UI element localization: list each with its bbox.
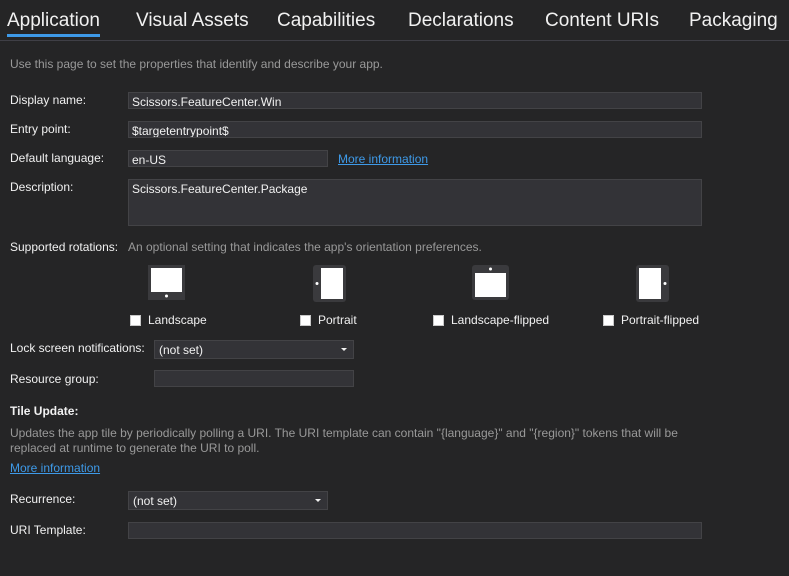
entry-point-label: Entry point: (10, 122, 71, 136)
default-language-field[interactable]: en-US (128, 150, 328, 167)
recurrence-dropdown[interactable]: (not set) (128, 491, 328, 510)
lock-screen-dropdown[interactable]: (not set) (154, 340, 354, 359)
portrait-device-icon (313, 265, 346, 302)
default-language-label: Default language: (10, 151, 105, 165)
uri-template-label: URI Template: (10, 523, 86, 537)
portrait-flipped-device-icon (636, 265, 669, 302)
tab-visual-assets[interactable]: Visual Assets (136, 10, 249, 32)
language-more-info-link[interactable]: More information (338, 152, 428, 166)
portrait-checkbox[interactable] (300, 315, 311, 326)
landscape-device-icon (148, 265, 185, 300)
portrait-label: Portrait (318, 313, 357, 327)
tile-update-more-info-link[interactable]: More information (10, 461, 100, 475)
tab-capabilities[interactable]: Capabilities (277, 10, 375, 32)
chevron-down-icon (315, 499, 321, 502)
page-intro: Use this page to set the properties that… (10, 57, 383, 71)
description-field[interactable]: Scissors.FeatureCenter.Package (128, 179, 702, 226)
portrait-flipped-checkbox[interactable] (603, 315, 614, 326)
portrait-flipped-label: Portrait-flipped (621, 313, 700, 327)
recurrence-value: (not set) (133, 494, 178, 508)
chevron-down-icon (341, 348, 347, 351)
landscape-flipped-device-icon (472, 265, 509, 300)
tab-packaging[interactable]: Packaging (689, 10, 778, 32)
uri-template-field[interactable] (128, 522, 702, 539)
entry-point-field[interactable]: $targetentrypoint$ (128, 121, 702, 138)
tab-declarations[interactable]: Declarations (408, 10, 514, 32)
resource-group-label: Resource group: (10, 372, 99, 386)
supported-rotations-label: Supported rotations: (10, 240, 119, 254)
tab-application[interactable]: Application (7, 10, 100, 37)
lock-screen-value: (not set) (159, 343, 204, 357)
landscape-checkbox[interactable] (130, 315, 141, 326)
tab-bar: Application Visual Assets Capabilities D… (0, 0, 789, 41)
display-name-label: Display name: (10, 93, 87, 107)
tile-update-desc-line2: replaced at runtime to generate the URI … (10, 441, 260, 455)
tile-update-heading: Tile Update: (10, 404, 79, 418)
tile-update-desc-line1: Updates the app tile by periodically pol… (10, 426, 678, 440)
landscape-label: Landscape (148, 313, 207, 327)
resource-group-field[interactable] (154, 370, 354, 387)
recurrence-label: Recurrence: (10, 492, 76, 506)
tab-content-uris[interactable]: Content URIs (545, 10, 659, 32)
landscape-flipped-label: Landscape-flipped (451, 313, 550, 327)
landscape-flipped-checkbox[interactable] (433, 315, 444, 326)
description-label: Description: (10, 180, 74, 194)
lock-screen-label: Lock screen notifications: (10, 341, 145, 355)
display-name-field[interactable]: Scissors.FeatureCenter.Win (128, 92, 702, 109)
supported-rotations-hint: An optional setting that indicates the a… (128, 240, 482, 254)
